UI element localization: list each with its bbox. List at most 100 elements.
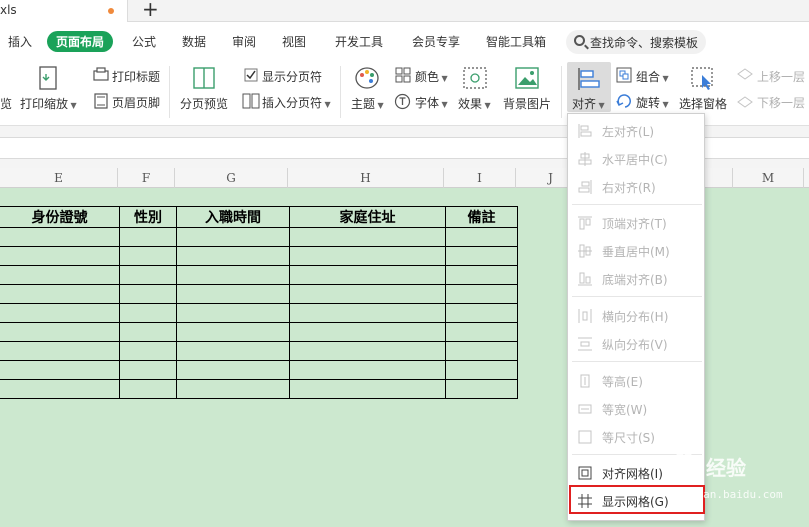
- align-button[interactable]: 对齐 ▼: [567, 62, 611, 112]
- table-cell[interactable]: [0, 303, 120, 323]
- table-cell[interactable]: [445, 265, 518, 285]
- menu-item-same-height[interactable]: 等高(E): [568, 368, 704, 394]
- table-cell[interactable]: [119, 227, 177, 247]
- font-icon: [394, 93, 411, 110]
- table-cell[interactable]: [119, 284, 177, 304]
- table-cell[interactable]: [119, 303, 177, 323]
- table-cell[interactable]: [176, 379, 290, 399]
- table-cell[interactable]: [119, 322, 177, 342]
- table-cell[interactable]: [176, 227, 290, 247]
- table-cell[interactable]: [0, 379, 120, 399]
- table-cell[interactable]: [289, 322, 446, 342]
- menu-data[interactable]: 数据: [182, 33, 206, 50]
- table-cell[interactable]: [0, 360, 120, 380]
- table-cell[interactable]: [445, 322, 518, 342]
- header-hire-date[interactable]: 入職時間: [176, 206, 290, 228]
- header-notes[interactable]: 備註: [445, 206, 518, 228]
- show-page-break-checkbox[interactable]: [244, 68, 258, 82]
- table-cell[interactable]: [119, 341, 177, 361]
- table-cell[interactable]: [176, 246, 290, 266]
- menu-item-align-middle[interactable]: 垂直居中(M): [568, 238, 704, 264]
- group-button[interactable]: 组合 ▼: [636, 68, 669, 85]
- ribbon-partial-label[interactable]: 览: [0, 95, 12, 112]
- rotate-button[interactable]: 旋转 ▼: [636, 94, 669, 111]
- menu-item-distribute-horizontal[interactable]: 横向分布(H): [568, 303, 704, 329]
- insert-page-break-button[interactable]: 插入分页符 ▼: [262, 94, 331, 111]
- header-gender[interactable]: 性別: [119, 206, 177, 228]
- menu-item-align-right[interactable]: 右对齐(R): [568, 174, 704, 200]
- column-header-i[interactable]: I: [444, 168, 516, 188]
- menu-page-layout[interactable]: 页面布局: [47, 31, 114, 52]
- menu-item-same-width[interactable]: 等宽(W): [568, 396, 704, 422]
- menu-item-same-size[interactable]: 等尺寸(S): [568, 424, 704, 450]
- menu-developer[interactable]: 开发工具: [335, 33, 383, 50]
- table-cell[interactable]: [0, 341, 120, 361]
- table-cell[interactable]: [289, 360, 446, 380]
- print-title-button[interactable]: 打印标题: [112, 68, 160, 85]
- column-header-e[interactable]: E: [0, 168, 118, 188]
- color-button[interactable]: 颜色 ▼: [415, 68, 448, 85]
- column-header-h[interactable]: H: [288, 168, 444, 188]
- table-cell[interactable]: [445, 341, 518, 361]
- table-cell[interactable]: [0, 265, 120, 285]
- menu-item-align-left[interactable]: 左对齐(L): [568, 118, 704, 144]
- bring-forward-button[interactable]: 上移一层: [757, 68, 805, 85]
- table-cell[interactable]: [176, 360, 290, 380]
- file-tab[interactable]: xls: [0, 0, 128, 22]
- table-cell[interactable]: [445, 246, 518, 266]
- table-cell[interactable]: [445, 284, 518, 304]
- table-cell[interactable]: [445, 303, 518, 323]
- menu-item-snap-to-grid[interactable]: 对齐网格(I): [568, 460, 704, 486]
- table-cell[interactable]: [289, 379, 446, 399]
- effect-button[interactable]: 效果 ▼: [458, 95, 491, 112]
- table-cell[interactable]: [445, 227, 518, 247]
- selection-pane-button[interactable]: 选择窗格: [679, 95, 727, 112]
- menu-formula[interactable]: 公式: [132, 33, 156, 50]
- table-cell[interactable]: [289, 303, 446, 323]
- table-cell[interactable]: [445, 379, 518, 399]
- menu-view[interactable]: 视图: [282, 33, 306, 50]
- table-cell[interactable]: [0, 322, 120, 342]
- file-tab-name: xls: [0, 3, 17, 17]
- print-scale-button[interactable]: 打印缩放 ▼: [20, 95, 77, 112]
- menu-member[interactable]: 会员专享: [412, 33, 460, 50]
- header-footer-button[interactable]: 页眉页脚: [112, 94, 160, 111]
- table-cell[interactable]: [119, 246, 177, 266]
- table-cell[interactable]: [119, 360, 177, 380]
- table-cell[interactable]: [176, 341, 290, 361]
- menu-item-align-center[interactable]: 水平居中(C): [568, 146, 704, 172]
- column-header-g[interactable]: G: [175, 168, 288, 188]
- menu-item-distribute-vertical[interactable]: 纵向分布(V): [568, 331, 704, 357]
- table-cell[interactable]: [119, 379, 177, 399]
- search-command-box[interactable]: 查找命令、搜索模板: [566, 30, 706, 54]
- background-image-button[interactable]: 背景图片: [503, 95, 551, 112]
- header-id-number[interactable]: 身份證號: [0, 206, 120, 228]
- table-cell[interactable]: [176, 284, 290, 304]
- page-break-preview-button[interactable]: 分页预览: [180, 95, 228, 112]
- table-cell[interactable]: [289, 341, 446, 361]
- table-cell[interactable]: [119, 265, 177, 285]
- table-cell[interactable]: [0, 246, 120, 266]
- menu-smart-tools[interactable]: 智能工具箱: [486, 33, 546, 50]
- table-cell[interactable]: [0, 227, 120, 247]
- table-cell[interactable]: [289, 265, 446, 285]
- table-cell[interactable]: [445, 360, 518, 380]
- menu-item-align-top[interactable]: 顶端对齐(T): [568, 210, 704, 236]
- theme-button[interactable]: 主题 ▼: [351, 95, 384, 112]
- table-cell[interactable]: [289, 246, 446, 266]
- menu-insert[interactable]: 插入: [8, 33, 32, 50]
- column-header-m[interactable]: M: [732, 168, 804, 188]
- table-cell[interactable]: [176, 322, 290, 342]
- table-cell[interactable]: [289, 284, 446, 304]
- new-tab-button[interactable]: +: [142, 0, 159, 20]
- header-address[interactable]: 家庭住址: [289, 206, 446, 228]
- column-header-f[interactable]: F: [118, 168, 175, 188]
- menu-item-align-bottom[interactable]: 底端对齐(B): [568, 266, 704, 292]
- menu-review[interactable]: 审阅: [232, 33, 256, 50]
- table-cell[interactable]: [176, 303, 290, 323]
- table-cell[interactable]: [176, 265, 290, 285]
- send-backward-button[interactable]: 下移一层: [757, 94, 805, 111]
- font-button[interactable]: 字体 ▼: [415, 94, 448, 111]
- table-cell[interactable]: [289, 227, 446, 247]
- table-cell[interactable]: [0, 284, 120, 304]
